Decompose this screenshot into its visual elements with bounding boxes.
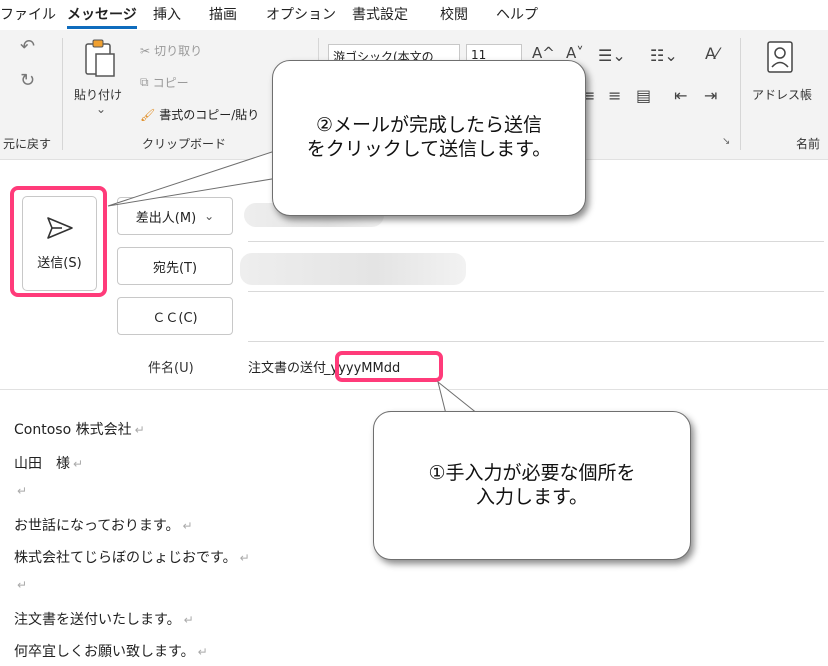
increase-indent-icon[interactable]: ⇥ (704, 86, 717, 105)
send-note-line2: をクリックして送信します。 (306, 138, 552, 160)
input-note-line1: ①手入力が必要な個所を (428, 461, 636, 484)
menu-insert[interactable]: 挿入 (153, 4, 181, 24)
divider (248, 241, 824, 242)
brush-icon: 🖌 (140, 107, 156, 122)
input-note-line2: 入力します。 (475, 485, 589, 508)
menu-message[interactable]: メッセージ (67, 4, 137, 29)
body-line: 山田 様 ↵ (14, 456, 84, 472)
address-book-icon (767, 41, 793, 73)
menu-help[interactable]: ヘルプ (496, 4, 538, 24)
subject-highlight-box (335, 351, 443, 382)
undo-icon[interactable]: ↶ (20, 36, 35, 57)
body-line: Contoso 株式会社 ↵ (14, 422, 145, 438)
divider (0, 389, 828, 390)
menu-options[interactable]: オプション (266, 4, 336, 24)
undo-group-label: 元に戻す (3, 137, 52, 151)
divider (248, 291, 824, 292)
ribbon-separator (62, 38, 63, 150)
paste-label: 貼り付け (74, 88, 123, 102)
cc-button[interactable]: ＣＣ(C) (117, 297, 233, 335)
divider (248, 341, 824, 342)
body-line: ↵ (17, 578, 28, 592)
format-painter-button[interactable]: 🖌 書式のコピー/貼り (140, 106, 259, 123)
ribbon-separator (740, 38, 741, 150)
redo-icon[interactable]: ↻ (20, 70, 35, 91)
decrease-indent-icon[interactable]: ⇤ (674, 86, 687, 105)
cut-button[interactable]: ✂ 切り取り (140, 42, 202, 59)
menu-format[interactable]: 書式設定 (352, 4, 408, 24)
bullets-icon[interactable]: ☰⌄ (598, 46, 626, 65)
names-group-label: 名前 (796, 137, 821, 151)
send-note-line1: ②メールが完成したら送信 (315, 114, 543, 137)
send-instruction-callout: ②メールが完成したら送信 をクリックして送信します。 (272, 60, 586, 216)
copy-button[interactable]: ⧉ コピー (140, 74, 189, 91)
paste-button[interactable] (82, 38, 118, 82)
body-line: 何卒宜しくお願い致します。 ↵ (14, 644, 208, 660)
to-address-redacted (240, 253, 466, 285)
align-center-icon[interactable]: ≡ (608, 86, 621, 105)
clipboard-icon (85, 39, 115, 77)
menu-draw[interactable]: 描画 (209, 4, 237, 24)
scissors-icon: ✂ (140, 43, 151, 58)
subject-label: 件名(U) (148, 361, 194, 376)
copy-icon: ⧉ (140, 75, 149, 89)
body-line: お世話になっております。 ↵ (14, 518, 193, 534)
menu-bar: ファイル メッセージ 挿入 描画 オプション 書式設定 校閲 ヘルプ (0, 0, 828, 30)
address-book-label: アドレス帳 (752, 88, 813, 102)
clipboard-group-label: クリップボード (142, 137, 227, 151)
send-highlight-box (10, 186, 107, 297)
body-line: 注文書を送付いたします。 ↵ (14, 612, 194, 628)
to-button[interactable]: 宛先(T) (117, 247, 233, 285)
dialog-launcher-icon[interactable]: ↘ (722, 136, 730, 147)
numbering-icon[interactable]: ☷⌄ (650, 46, 678, 65)
input-instruction-callout: ①手入力が必要な個所を 入力します。 (373, 411, 691, 560)
menu-review[interactable]: 校閲 (440, 4, 468, 24)
justify-icon[interactable]: ▤ (636, 86, 651, 105)
body-line: 株式会社てじらぼのじょじおです。 ↵ (14, 550, 250, 566)
chevron-down-icon: ⌄ (204, 209, 215, 223)
body-line: ↵ (17, 484, 28, 498)
menu-file[interactable]: ファイル (0, 4, 56, 24)
styles-icon[interactable]: A⁄ (705, 44, 719, 63)
from-button[interactable]: 差出人(M) ⌄ (117, 197, 233, 235)
chevron-down-icon[interactable]: ⌄ (96, 102, 106, 116)
address-book-button[interactable] (765, 40, 795, 78)
